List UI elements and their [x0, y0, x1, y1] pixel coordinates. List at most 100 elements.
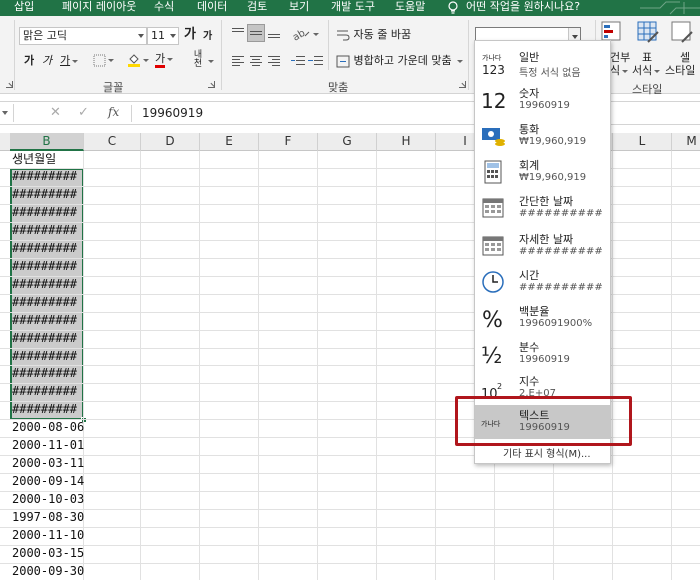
cell-b-value[interactable]: 2000-11-01 [10, 437, 84, 455]
chevron-down-icon[interactable] [457, 59, 464, 63]
column-header-e[interactable]: E [200, 133, 259, 151]
number-format-option-3[interactable]: 회계 ₩19,960,919 [475, 155, 610, 189]
tab-view[interactable]: 보기 [289, 0, 309, 16]
formula-input[interactable]: 19960919 [142, 106, 203, 120]
align-left-icon[interactable] [229, 52, 247, 70]
chevron-down-icon[interactable] [208, 60, 214, 63]
align-middle-icon[interactable] [247, 24, 265, 42]
format-as-table-icon[interactable] [636, 20, 660, 44]
column-header-m[interactable]: M [672, 133, 700, 151]
cell-b-value[interactable]: ######### [10, 294, 84, 312]
grow-font-button[interactable]: 가 [184, 28, 196, 42]
tab-page-layout[interactable]: 페이지 레이아웃 [62, 0, 136, 16]
tab-review[interactable]: 검토 [247, 0, 267, 16]
cell-b-value[interactable]: ######### [10, 186, 84, 204]
cell-b-value[interactable]: 2000-11-10 [10, 527, 84, 545]
align-center-icon[interactable] [247, 52, 265, 70]
number-format-option-6[interactable]: 시간 ########## [475, 265, 610, 299]
merge-center-button[interactable]: 병합하고 가운데 맞춤 [336, 54, 464, 68]
chevron-down-icon[interactable] [72, 59, 79, 63]
cell-b-value[interactable]: 2000-10-03 [10, 491, 84, 509]
cell-b-value[interactable]: 2000-09-14 [10, 473, 84, 491]
number-format-option-8[interactable]: ½ 분수 19960919 [475, 337, 610, 371]
column-header-h[interactable]: H [377, 133, 436, 151]
tell-me-search[interactable]: 어떤 작업을 원하시나요? [466, 0, 580, 14]
increase-indent-icon[interactable] [307, 52, 325, 70]
font-dialog-launcher[interactable] [208, 81, 215, 88]
cell-b-value[interactable]: 2000-09-30 [10, 563, 84, 580]
fill-color-button[interactable] [127, 53, 149, 67]
underline-button[interactable]: 가 [60, 54, 79, 68]
wrap-text-button[interactable]: 자동 줄 바꿈 [336, 28, 411, 42]
chevron-down-icon[interactable] [143, 58, 149, 62]
number-format-option-4[interactable]: 간단한 날짜 ########## [475, 191, 610, 225]
format-as-table-label[interactable]: 표 [642, 51, 652, 65]
column-header-b[interactable]: B [10, 133, 84, 151]
column-header-c[interactable]: C [84, 133, 141, 151]
column-header-g[interactable]: G [318, 133, 377, 151]
phonetic-button[interactable]: 내천 [191, 51, 205, 69]
cell-b-value[interactable]: ######### [10, 222, 84, 240]
conditional-formatting-label[interactable]: 건부 [610, 51, 630, 65]
cell-b-value[interactable]: ######### [10, 383, 84, 401]
align-top-icon[interactable] [229, 24, 247, 42]
cell-b-value[interactable]: ######### [10, 348, 84, 366]
cell-b-value[interactable]: ######### [10, 240, 84, 258]
conditional-formatting-sub[interactable]: 식 [610, 64, 629, 78]
cell-b-value[interactable]: ######### [10, 258, 84, 276]
cell-b-value[interactable]: 1997-08-30 [10, 509, 84, 527]
bold-button[interactable]: 가 [24, 54, 34, 68]
cell-styles-icon[interactable] [670, 20, 694, 44]
align-right-icon[interactable] [265, 52, 283, 70]
cell-b-value[interactable]: ######### [10, 312, 84, 330]
font-size-combo[interactable]: 11 [147, 27, 179, 45]
chevron-down-icon[interactable] [654, 69, 661, 73]
cancel-entry-icon[interactable]: ✕ [50, 105, 61, 121]
cell-b-value[interactable]: 2000-08-06 [10, 419, 84, 437]
decrease-indent-icon[interactable] [289, 52, 307, 70]
chevron-down-icon[interactable] [167, 57, 174, 61]
align-bottom-icon[interactable] [265, 24, 283, 42]
cell-b-header[interactable]: 생년월일 [10, 151, 84, 169]
cell-b-value[interactable]: ######### [10, 204, 84, 222]
text-orientation-icon[interactable]: ab [291, 26, 311, 41]
alignment-dialog-launcher[interactable] [459, 81, 466, 88]
cell-b-value[interactable]: ######### [10, 168, 84, 186]
font-name-combo[interactable]: 맑은 고딕 [19, 27, 147, 45]
font-color-button[interactable]: 가 [155, 52, 174, 68]
number-format-option-0[interactable]: 가나다 123 일반 특정 서식 없음 [475, 47, 610, 81]
cell-b-value[interactable]: ######### [10, 276, 84, 294]
tab-insert[interactable]: 삽입 [14, 0, 34, 16]
column-header-l[interactable]: L [613, 133, 672, 151]
tab-developer[interactable]: 개발 도구 [331, 0, 375, 16]
tab-data[interactable]: 데이터 [197, 0, 227, 16]
more-number-formats-link[interactable]: 기타 표시 형식(M)... [503, 445, 591, 460]
column-header-f[interactable]: F [259, 133, 318, 151]
chevron-down-icon[interactable] [313, 33, 319, 36]
cell-styles-sub-label[interactable]: 스타일 [665, 64, 695, 78]
insert-function-button[interactable]: fx [108, 105, 119, 119]
number-format-option-5[interactable]: 자세한 날짜 ########## [475, 229, 610, 263]
cell-styles-label[interactable]: 셀 [680, 51, 690, 65]
chevron-down-icon[interactable] [138, 34, 144, 38]
chevron-down-icon[interactable] [170, 34, 176, 38]
tab-help[interactable]: 도움말 [395, 0, 425, 16]
chevron-down-icon[interactable] [108, 58, 114, 62]
column-header-d[interactable]: D [141, 133, 200, 151]
name-box-dropdown[interactable] [0, 104, 14, 122]
cell-b-value[interactable]: 2000-03-11 [10, 455, 84, 473]
cell-b-value[interactable]: ######### [10, 401, 84, 419]
italic-button[interactable]: 가 [42, 54, 52, 68]
cell-b-value[interactable]: ######### [10, 365, 84, 383]
format-as-table-sub[interactable]: 서식 [632, 64, 661, 78]
clipboard-dialog-launcher[interactable] [6, 81, 13, 88]
number-format-option-7[interactable]: % 백분율 1996091900% [475, 301, 610, 335]
cell-b-value[interactable]: 2000-03-15 [10, 545, 84, 563]
borders-button[interactable] [93, 53, 114, 67]
confirm-entry-icon[interactable]: ✓ [78, 105, 89, 121]
tab-formulas[interactable]: 수식 [154, 0, 174, 16]
shrink-font-button[interactable]: 가 [203, 30, 212, 44]
cell-b-value[interactable]: ######### [10, 330, 84, 348]
number-format-option-1[interactable]: 12 숫자 19960919 [475, 83, 610, 117]
number-format-option-2[interactable]: 통화 ₩19,960,919 [475, 119, 610, 153]
